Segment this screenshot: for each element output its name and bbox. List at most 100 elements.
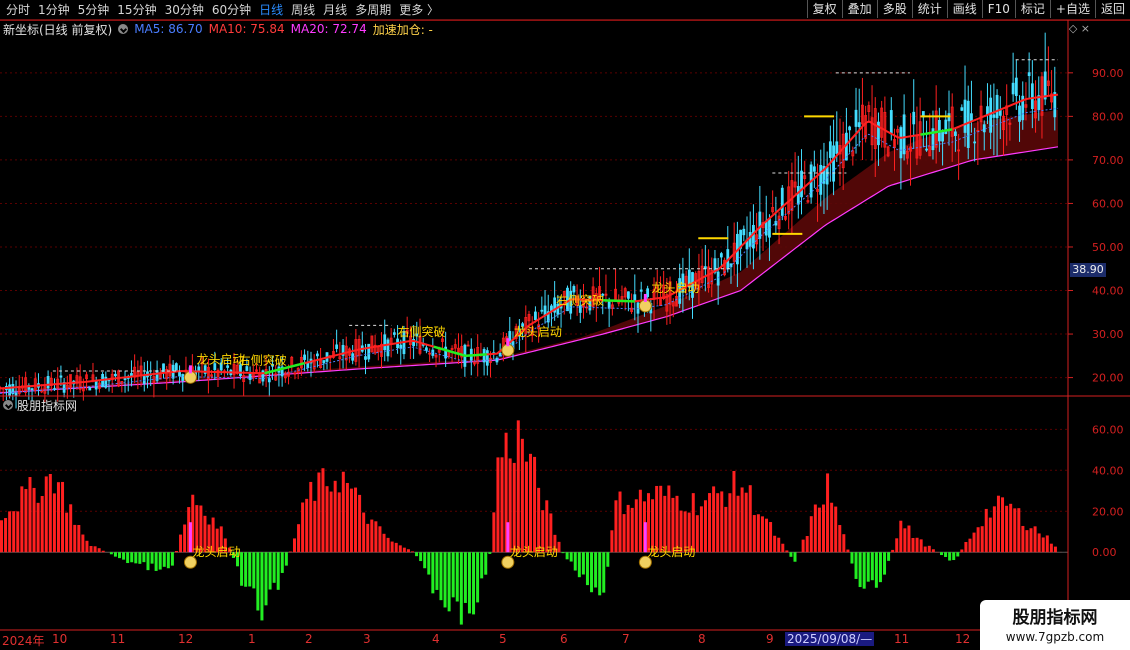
indicator-bar — [345, 482, 349, 553]
indicator-bar — [622, 514, 626, 553]
watermark-logo: 股朋指标网 www.7gpzb.com — [980, 600, 1130, 650]
indicator-bar — [488, 552, 492, 554]
signal-label: 龙头启动 — [647, 545, 695, 559]
indicator-bar — [44, 476, 48, 553]
indicator-bar — [781, 543, 785, 553]
indicator-bar — [638, 489, 642, 553]
indicator-bar — [1041, 537, 1045, 553]
candle-body — [306, 362, 310, 368]
indicator-bar — [826, 473, 830, 553]
candle-body — [854, 109, 858, 127]
indicator-bar — [423, 552, 427, 569]
candle-body — [1014, 77, 1018, 96]
candle-body — [941, 131, 944, 142]
indicator-bar — [415, 552, 419, 557]
candle-body — [1011, 82, 1015, 95]
indicator-bar — [606, 552, 610, 567]
indicator-bar — [887, 552, 891, 561]
indicator-bar — [1009, 503, 1013, 553]
indicator-bar — [964, 541, 968, 553]
candle-body — [392, 332, 396, 335]
indicator-bar — [459, 552, 463, 625]
date-tick-label: 12 — [178, 632, 194, 646]
indicator-bar — [162, 552, 166, 567]
indicator-bar — [577, 552, 581, 578]
indicator-bar — [891, 549, 895, 553]
indicator-bar — [272, 552, 276, 583]
stock-chart[interactable]: 右侧突破龙头启动右侧突破右侧突破龙头启动龙头启动 龙头启动 龙头启动 龙头启动 20… — [0, 0, 1130, 650]
date-tick-label: 6 — [560, 632, 568, 646]
indicator-bar — [968, 538, 972, 553]
candle-body — [963, 99, 967, 133]
indicator-bar — [793, 552, 797, 562]
indicator-bar — [524, 461, 528, 553]
date-tick-label: 11 — [894, 632, 910, 646]
indicator-bar — [484, 552, 488, 575]
candle-body — [94, 380, 98, 390]
signal-label: 龙头启动 — [514, 325, 562, 339]
candle-body — [954, 131, 957, 136]
candle-body — [992, 114, 996, 118]
price-tick-label: 60.00 — [1092, 197, 1124, 210]
indicator-bar — [712, 486, 716, 553]
candle-body — [626, 291, 630, 299]
indicator-bar — [77, 525, 81, 553]
indicator-header: 股朋指标网 — [0, 397, 77, 413]
candle-body — [764, 220, 768, 236]
indicator-bar — [8, 511, 12, 553]
candle-body — [14, 392, 18, 396]
indicator-bar — [81, 534, 85, 553]
indicator-bar — [362, 512, 366, 553]
indicator-bar — [1017, 508, 1021, 553]
candle-body — [742, 228, 746, 236]
indicator-bar — [659, 485, 663, 553]
indicator-bar — [0, 520, 3, 553]
candle-body — [780, 187, 784, 216]
signal-label: 龙头启动 — [510, 545, 558, 559]
candle-body — [142, 375, 146, 384]
indicator-bar — [28, 477, 32, 553]
indicator-bar — [179, 534, 183, 553]
indicator-bar — [138, 552, 142, 564]
indicator-bar — [988, 517, 992, 553]
indicator-bar — [455, 552, 459, 602]
indicator-bar — [122, 552, 126, 560]
indicator-bar — [146, 552, 150, 571]
indicator-bar — [337, 492, 341, 553]
indicator-bar — [854, 552, 858, 579]
indicator-bar — [724, 506, 728, 553]
indicator-bar — [923, 546, 927, 553]
signal-label: 龙头启动 — [651, 281, 699, 295]
indicator-bar — [109, 552, 113, 555]
indicator-bar — [667, 485, 671, 553]
candle-body — [960, 107, 964, 111]
candle-body — [1043, 71, 1047, 100]
indicator-bar — [663, 495, 667, 553]
indicator-bar — [321, 468, 325, 553]
indicator-bar — [52, 493, 56, 553]
signal-label: 右侧突破 — [239, 352, 287, 367]
indicator-bar — [602, 552, 606, 593]
indicator-bar — [972, 532, 976, 553]
indicator-bar — [65, 512, 69, 553]
indicator-bar — [93, 546, 97, 553]
indicator-bar — [756, 514, 760, 553]
candle-body — [46, 376, 50, 389]
indicator-bar — [158, 552, 162, 570]
indicator-bar — [496, 457, 500, 553]
indicator-bar — [671, 497, 675, 553]
indicator-bar — [280, 552, 284, 573]
price-tick-label: 80.00 — [1092, 110, 1124, 123]
candle-body — [88, 387, 92, 391]
indicator-bar — [850, 552, 854, 564]
indicator-collapse-icon[interactable] — [3, 400, 13, 410]
indicator-bar — [716, 493, 720, 553]
indicator-bar — [720, 491, 724, 553]
watermark-url: www.7gpzb.com — [1005, 630, 1105, 644]
indicator-bar — [276, 552, 280, 590]
date-tick-label: 9 — [766, 632, 774, 646]
candle-body — [899, 127, 903, 159]
candle-body — [973, 141, 977, 144]
indicator-bar — [533, 456, 537, 553]
indicator-bar — [268, 552, 272, 590]
